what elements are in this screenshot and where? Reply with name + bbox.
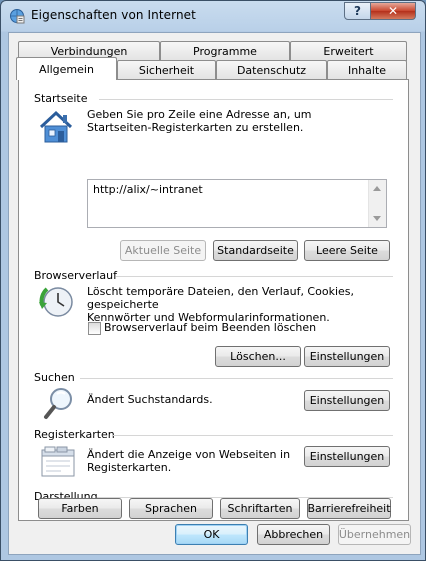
delete-history-button[interactable]: Löschen... bbox=[215, 346, 301, 367]
ok-button[interactable]: OK bbox=[175, 524, 248, 545]
internet-options-window: Eigenschaften von Internet ? ✕ Verbindun… bbox=[0, 0, 426, 561]
tab-label: Datenschutz bbox=[236, 64, 307, 77]
description-line: Registerkarten. bbox=[87, 461, 172, 474]
separator bbox=[99, 99, 393, 100]
browserverlauf-group-title: Browserverlauf bbox=[34, 269, 118, 282]
general-tab-panel: Startseite Geben Sie pro Zeile eine Adre… bbox=[18, 79, 409, 521]
startseite-group-title: Startseite bbox=[34, 92, 88, 105]
search-settings-button[interactable]: Einstellungen bbox=[304, 390, 390, 411]
separator bbox=[113, 435, 393, 436]
history-clock-icon bbox=[39, 287, 73, 317]
scroll-up-arrow-icon[interactable] bbox=[373, 186, 381, 191]
browserverlauf-description: Löscht temporäre Dateien, den Verlauf, C… bbox=[87, 285, 408, 324]
help-icon: ? bbox=[354, 4, 361, 18]
languages-button[interactable]: Sprachen bbox=[129, 498, 213, 519]
dialog-client-area: Verbindungen Programme Erweitert Allgeme… bbox=[8, 32, 421, 555]
description-line: Löscht temporäre Dateien, den Verlauf, C… bbox=[87, 285, 354, 311]
help-button[interactable]: ? bbox=[344, 2, 371, 20]
window-title: Eigenschaften von Internet bbox=[31, 8, 196, 22]
home-page-url-textarea[interactable]: http://alix/~intranet bbox=[87, 179, 387, 228]
tab-allgemein[interactable]: Allgemein bbox=[16, 57, 117, 80]
startseite-description: Geben Sie pro Zeile eine Adresse an, um … bbox=[87, 108, 312, 134]
tab-programme[interactable]: Programme bbox=[160, 41, 290, 61]
home-page-icon bbox=[39, 110, 73, 143]
separator bbox=[80, 378, 393, 379]
fonts-button[interactable]: Schriftarten bbox=[220, 498, 300, 519]
suchen-description: Ändert Suchstandards. bbox=[87, 393, 213, 406]
separator bbox=[116, 276, 393, 277]
suchen-group-title: Suchen bbox=[34, 371, 75, 384]
cancel-button[interactable]: Abbrechen bbox=[257, 524, 330, 545]
title-bar[interactable]: Eigenschaften von Internet ? ✕ bbox=[1, 1, 425, 31]
close-button[interactable]: ✕ bbox=[370, 2, 416, 20]
tab-label: Allgemein bbox=[39, 62, 94, 76]
registerkarten-description: Ändert die Anzeige von Webseiten in Regi… bbox=[87, 448, 290, 474]
tab-inhalte[interactable]: Inhalte bbox=[327, 60, 407, 80]
tab-datenschutz[interactable]: Datenschutz bbox=[216, 60, 327, 80]
tabs-window-icon bbox=[41, 446, 75, 477]
delete-history-on-exit-label[interactable]: Browserverlauf beim Beenden löschen bbox=[104, 321, 316, 334]
accessibility-button[interactable]: Barrierefreiheit bbox=[307, 498, 391, 519]
colors-button[interactable]: Farben bbox=[38, 498, 122, 519]
scroll-down-arrow-icon[interactable] bbox=[373, 216, 381, 221]
description-line: Geben Sie pro Zeile eine Adresse an, um bbox=[87, 108, 312, 121]
tab-label: Inhalte bbox=[347, 64, 387, 77]
tab-label: Sicherheit bbox=[138, 64, 195, 77]
tab-label: Erweitert bbox=[323, 45, 374, 58]
magnifier-icon bbox=[44, 388, 72, 419]
description-line: Startseiten-Registerkarten zu erstellen. bbox=[87, 121, 304, 134]
home-page-url-value: http://alix/~intranet bbox=[93, 183, 203, 196]
tab-sicherheit[interactable]: Sicherheit bbox=[117, 60, 216, 80]
description-line: Ändert die Anzeige von Webseiten in bbox=[87, 448, 291, 461]
tab-erweitert[interactable]: Erweitert bbox=[290, 41, 407, 61]
tabs-settings-button[interactable]: Einstellungen bbox=[304, 446, 390, 467]
history-settings-button[interactable]: Einstellungen bbox=[304, 346, 390, 367]
default-page-button[interactable]: Standardseite bbox=[213, 240, 298, 261]
delete-history-on-exit-checkbox[interactable] bbox=[88, 322, 101, 335]
registerkarten-group-title: Registerkarten bbox=[34, 428, 115, 441]
tab-label: Programme bbox=[193, 45, 257, 58]
current-page-button[interactable]: Aktuelle Seite bbox=[120, 240, 206, 261]
internet-options-icon bbox=[10, 9, 25, 24]
blank-page-button[interactable]: Leere Seite bbox=[304, 240, 390, 261]
apply-button[interactable]: Übernehmen bbox=[338, 524, 411, 545]
textarea-scrollbar[interactable] bbox=[368, 180, 386, 227]
close-icon: ✕ bbox=[387, 4, 399, 18]
